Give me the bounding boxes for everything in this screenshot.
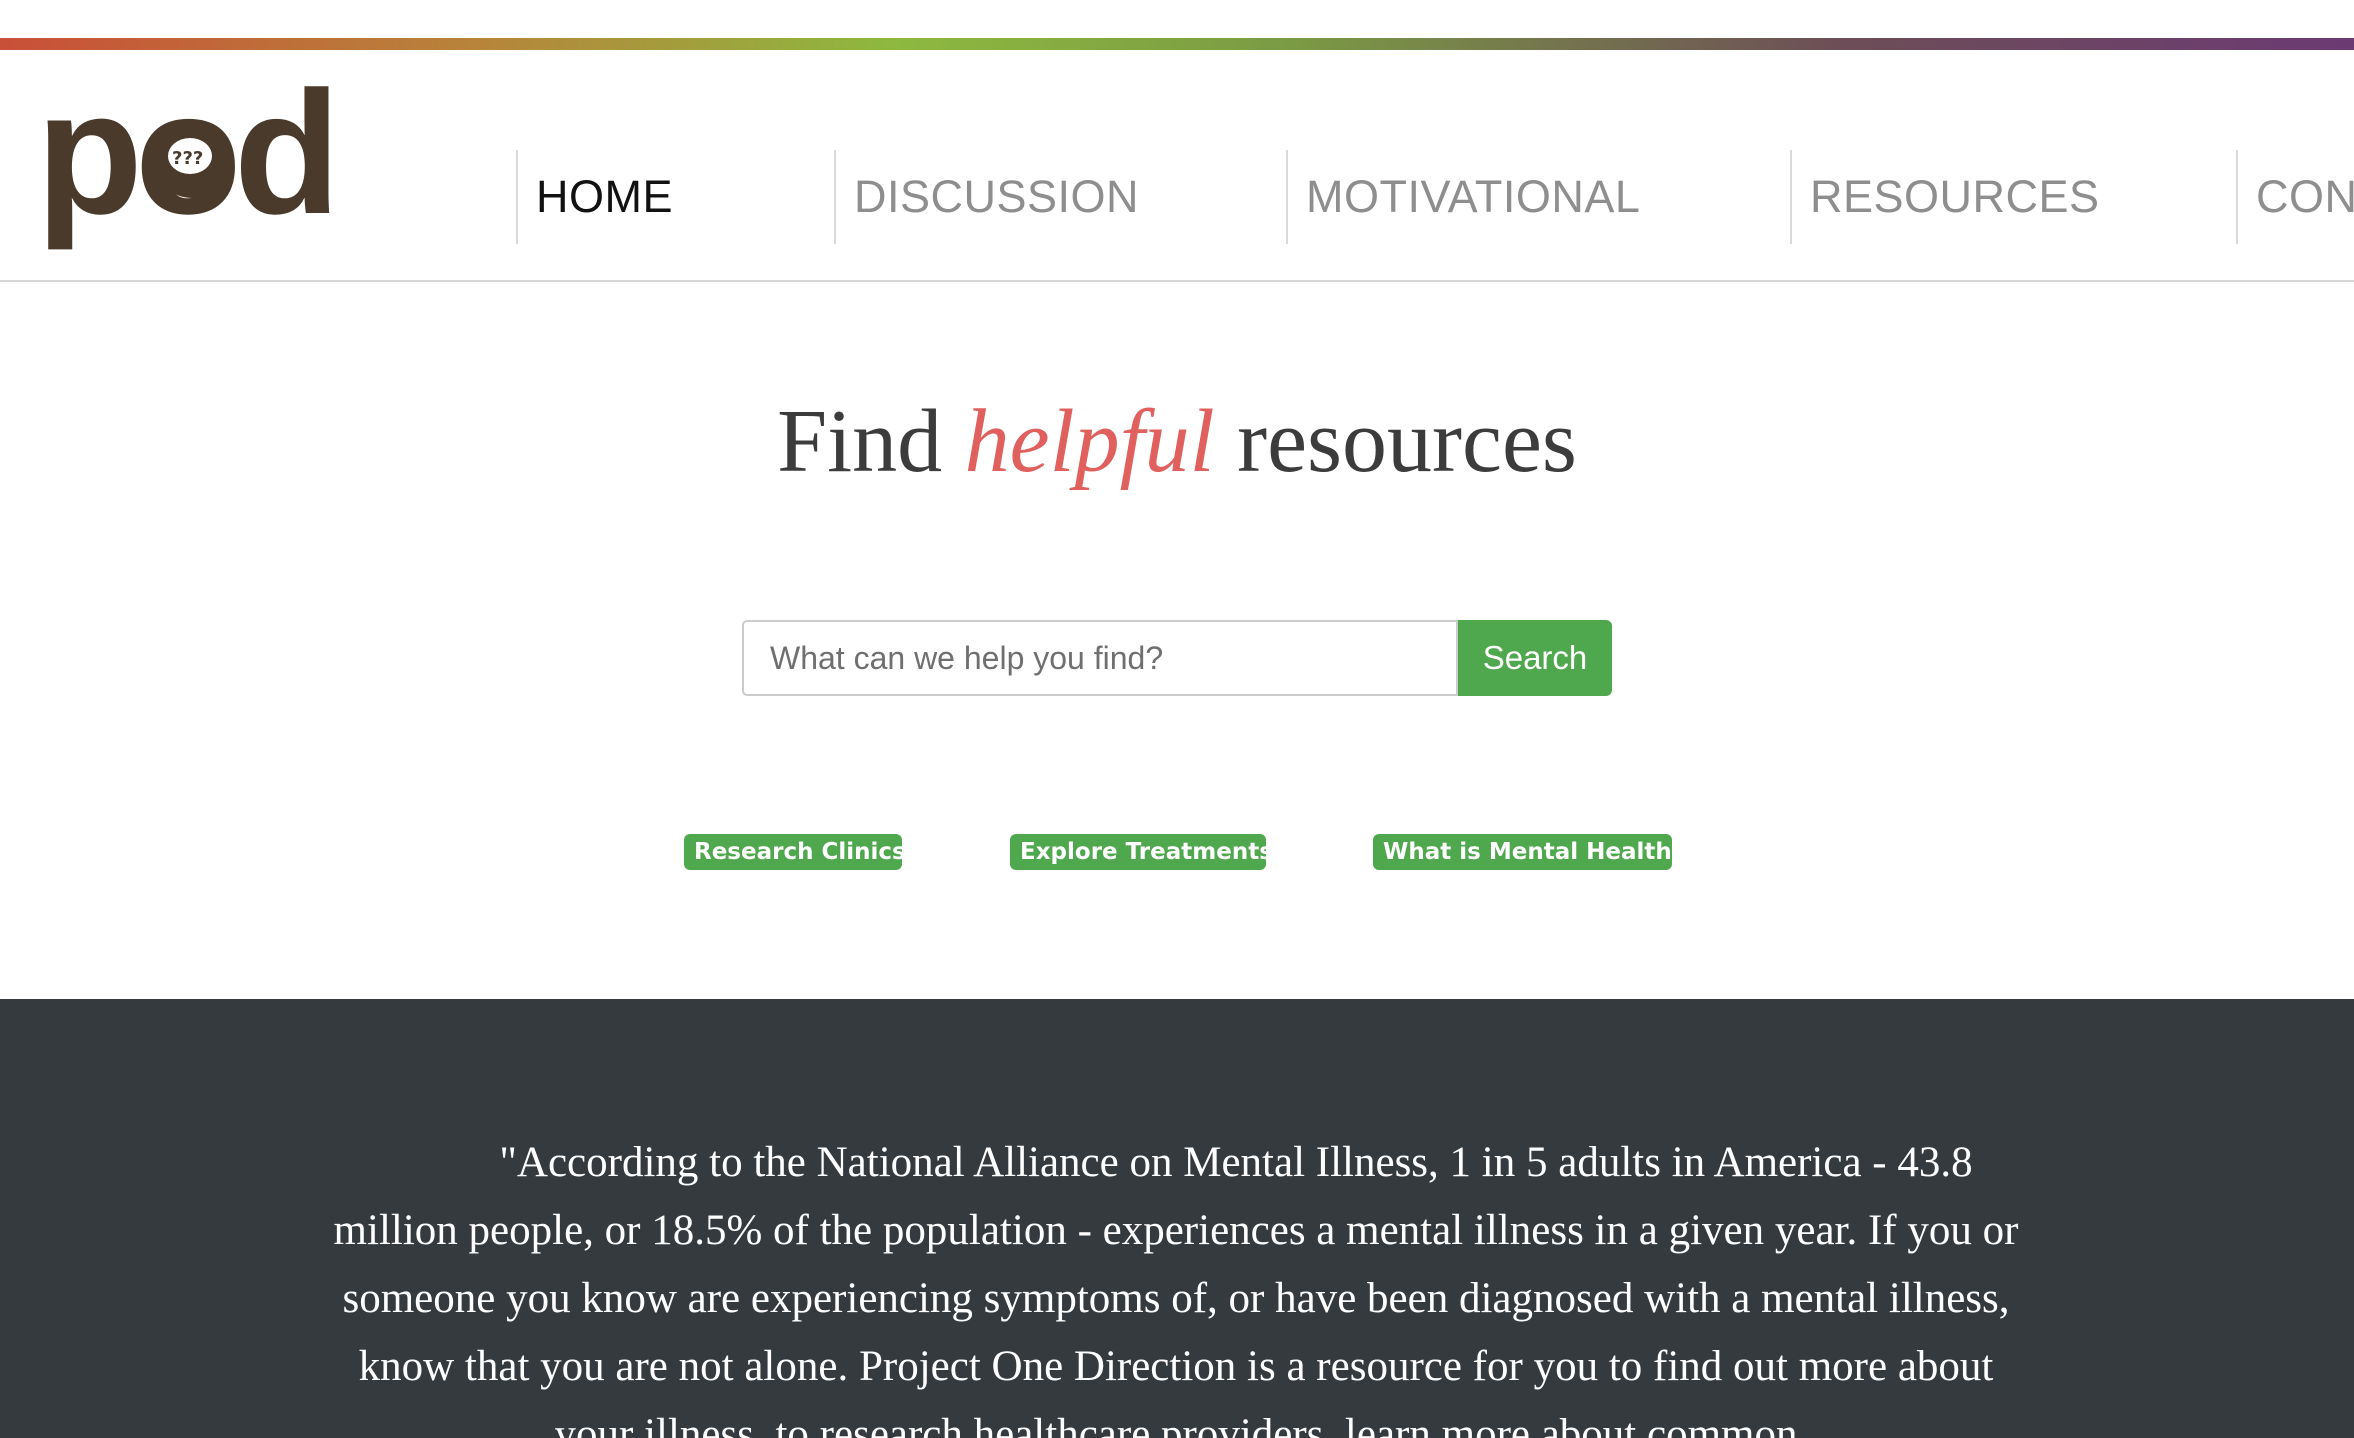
hero-title-accent: helpful	[964, 392, 1215, 491]
search-button[interactable]: Search	[1458, 620, 1612, 696]
explore-treatments-button[interactable]: Explore Treatments	[1010, 834, 1273, 870]
nav-resources[interactable]: RESOURCES	[1790, 150, 2236, 244]
hero-title-after: resources	[1237, 392, 1577, 491]
top-gradient-bar	[0, 38, 2354, 50]
nav-home[interactable]: HOME	[516, 150, 834, 244]
pod-logo[interactable]: pod ???	[36, 68, 356, 258]
hero-title: Find helpful resources	[0, 390, 2354, 493]
brain-marks: ???	[172, 148, 203, 169]
research-clinics-button[interactable]: Research Clinics	[684, 834, 906, 870]
search-input[interactable]	[742, 620, 1458, 696]
info-section: "According to the National Alliance on M…	[0, 999, 2354, 1438]
what-is-mental-health-button[interactable]: What is Mental Health?	[1373, 834, 1685, 870]
site-header: pod ??? HOME DISCUSSION MOTIVATIONAL RES…	[0, 50, 2354, 282]
hero-title-before: Find	[777, 392, 943, 491]
nav-motivational[interactable]: MOTIVATIONAL	[1286, 150, 1790, 244]
nav-discussion[interactable]: DISCUSSION	[834, 150, 1286, 244]
nav-contact[interactable]: CONT	[2236, 150, 2354, 244]
nami-quote: "According to the National Alliance on M…	[333, 1139, 2019, 1438]
